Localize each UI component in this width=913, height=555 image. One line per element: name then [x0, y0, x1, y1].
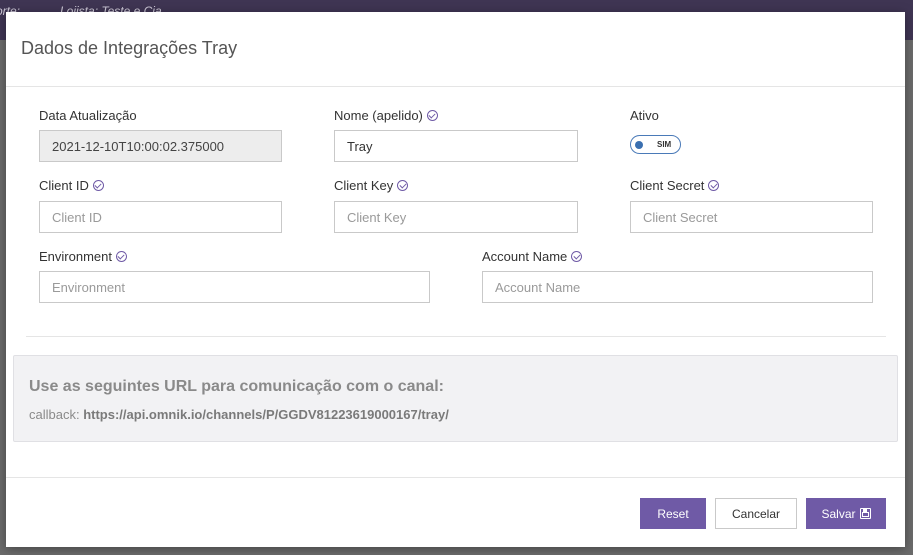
info-title: Use as seguintes URL para comunicação co…: [29, 378, 444, 395]
data-atualizacao-label-text: Data Atualização: [39, 108, 137, 123]
client-id-label-text: Client ID: [39, 178, 89, 193]
nome-label-text: Nome (apelido): [334, 108, 423, 123]
reset-button[interactable]: Reset: [640, 498, 706, 529]
check-circle-icon: [92, 180, 104, 191]
callback-label: callback:: [29, 407, 80, 422]
check-circle-icon: [708, 180, 720, 191]
data-atualizacao-label: Data Atualização: [39, 108, 137, 123]
save-button-label: Salvar: [821, 506, 856, 521]
check-circle-icon: [426, 110, 438, 121]
data-atualizacao-field: [39, 130, 282, 162]
client-secret-label: Client Secret: [630, 178, 720, 193]
ativo-label: Ativo: [630, 108, 659, 123]
header-divider: [6, 86, 905, 87]
environment-field[interactable]: [39, 271, 430, 303]
check-circle-icon: [571, 251, 583, 262]
modal-title: Dados de Integrações Tray: [21, 38, 238, 58]
cancel-button[interactable]: Cancelar: [715, 498, 797, 529]
client-key-field[interactable]: [334, 201, 578, 233]
client-secret-field[interactable]: [630, 201, 873, 233]
nome-label: Nome (apelido): [334, 108, 438, 123]
check-circle-icon: [397, 180, 409, 191]
environment-label: Environment: [39, 249, 127, 264]
client-secret-label-text: Client Secret: [630, 178, 705, 193]
form-divider: [26, 336, 886, 337]
check-circle-icon: [115, 251, 127, 262]
client-id-field[interactable]: [39, 201, 282, 233]
ativo-toggle[interactable]: SIM: [630, 135, 681, 154]
client-key-label-text: Client Key: [334, 178, 394, 193]
nome-field[interactable]: [334, 130, 578, 162]
reset-button-label: Reset: [657, 506, 689, 521]
client-key-label: Client Key: [334, 178, 409, 193]
client-id-label: Client ID: [39, 178, 104, 193]
callback-url[interactable]: https://api.omnik.io/channels/P/GGDV8122…: [83, 407, 449, 422]
integration-dialog: Dados de Integrações Tray Data Atualizaç…: [6, 12, 905, 547]
floppy-disk-icon: [859, 508, 871, 519]
toggle-text: SIM: [657, 140, 672, 149]
environment-label-text: Environment: [39, 249, 112, 264]
cancel-button-label: Cancelar: [731, 506, 781, 521]
callback-line: callback: https://api.omnik.io/channels/…: [29, 407, 449, 422]
save-button[interactable]: Salvar: [806, 498, 886, 529]
footer-divider: [6, 477, 905, 478]
account-name-label: Account Name: [482, 249, 583, 264]
url-info-box: Use as seguintes URL para comunicação co…: [13, 355, 898, 442]
toggle-knob: [635, 140, 643, 149]
ativo-label-text: Ativo: [630, 108, 659, 123]
account-name-label-text: Account Name: [482, 249, 568, 264]
account-name-field[interactable]: [482, 271, 873, 303]
